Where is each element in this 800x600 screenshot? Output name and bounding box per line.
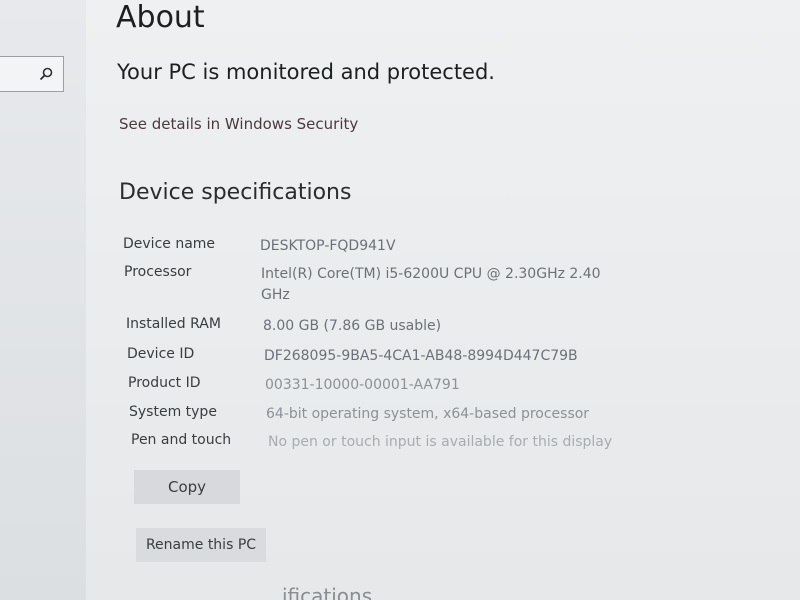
spec-label: Product ID	[128, 375, 201, 391]
spec-value: 64-bit operating system, x64-based proce…	[266, 406, 590, 422]
windows-security-link[interactable]: See details in Windows Security	[119, 115, 358, 133]
partial-section-heading: ifications	[282, 584, 373, 600]
search-icon[interactable]	[39, 66, 53, 81]
spec-label: Device ID	[127, 346, 195, 362]
spec-value: DESKTOP-FQD941V	[260, 238, 396, 254]
device-specifications-heading: Device specifications	[119, 180, 352, 205]
sidebar	[0, 0, 86, 600]
spec-value: Intel(R) Core(TM) i5-6200U CPU @ 2.30GHz…	[261, 266, 601, 303]
spec-value: 8.00 GB (7.86 GB usable)	[263, 318, 442, 334]
page-title: About	[116, 0, 205, 35]
search-input[interactable]	[0, 56, 64, 92]
about-page: About Your PC is monitored and protected…	[86, 0, 800, 600]
spec-label: Processor	[124, 264, 192, 280]
spec-label: Pen and touch	[131, 432, 232, 448]
spec-value: 00331-10000-00001-AA791	[265, 377, 460, 393]
spec-label: System type	[129, 404, 217, 420]
spec-value: No pen or touch input is available for t…	[268, 434, 613, 450]
protection-status: Your PC is monitored and protected.	[117, 60, 495, 84]
spec-label: Installed RAM	[126, 316, 221, 332]
spec-value: DF268095-9BA5-4CA1-AB48-8994D447C79B	[264, 348, 578, 364]
settings-window: About Your PC is monitored and protected…	[0, 0, 800, 600]
copy-button[interactable]: Copy	[134, 470, 240, 504]
rename-pc-button[interactable]: Rename this PC	[136, 528, 266, 562]
spec-label: Device name	[123, 236, 216, 252]
